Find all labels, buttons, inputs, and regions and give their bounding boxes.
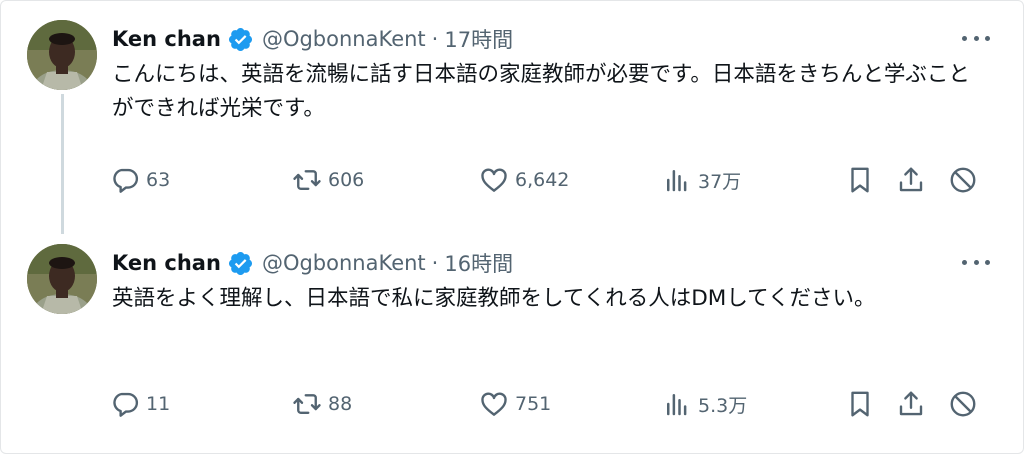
more-icon[interactable] [962,28,990,48]
author-handle[interactable]: @OgbonnaKent [262,251,426,275]
views-button[interactable]: 37万 [662,162,741,198]
separator-dot: · [431,251,439,275]
retweet-icon [292,165,322,195]
like-count: 751 [515,393,552,415]
views-icon [662,165,692,195]
share-icon [896,389,926,419]
share-icon [896,165,926,195]
tweet-actions: 63 606 6,642 37万 [0,162,1024,198]
reply-count: 11 [146,393,171,415]
separator-dot: · [431,27,439,51]
heart-icon [479,165,509,195]
avatar[interactable] [27,244,97,314]
tweet-timestamp[interactable]: 17時間 [444,24,513,54]
tweet-timestamp[interactable]: 16時間 [444,248,513,278]
like-button[interactable]: 6,642 [479,162,569,198]
tweet-text: こんにちは、英語を流暢に話す日本語の家庭教師が必要です。日本語をきちんと学ぶこと… [112,62,970,121]
share-button[interactable] [896,386,926,422]
like-count: 6,642 [515,169,570,191]
reply-icon [110,165,140,195]
tweet[interactable]: Ken chan @OgbonnaKent · 17時間 こんにちは、英語を流暢… [0,18,1024,224]
reply-icon [110,389,140,419]
views-button[interactable]: 5.3万 [662,386,747,422]
author-name[interactable]: Ken chan [112,251,221,275]
retweet-button[interactable]: 88 [292,386,352,422]
share-button[interactable] [896,162,926,198]
reply-count: 63 [146,169,171,191]
reply-button[interactable]: 63 [110,162,170,198]
bookmark-icon [845,389,875,419]
retweet-icon [292,389,322,419]
heart-icon [479,389,509,419]
author-handle[interactable]: @OgbonnaKent [262,27,426,51]
bookmark-icon [845,165,875,195]
views-count: 37万 [698,170,742,193]
tweet-header: Ken chan @OgbonnaKent · 16時間 [112,248,513,278]
verified-badge-icon[interactable] [227,26,254,53]
avatar[interactable] [27,20,97,90]
bookmark-button[interactable] [845,162,875,198]
block-button[interactable] [948,162,978,198]
views-icon [662,389,692,419]
block-button[interactable] [948,386,978,422]
retweet-button[interactable]: 606 [292,162,364,198]
tweet[interactable]: Ken chan @OgbonnaKent · 16時間 英語をよく理解し、日本… [0,242,1024,442]
bookmark-button[interactable] [845,386,875,422]
tweet-text: 英語をよく理解し、日本語で私に家庭教師をしてくれる人はDMしてください。 [112,286,876,311]
tweet-header: Ken chan @OgbonnaKent · 17時間 [112,24,513,54]
block-icon [948,389,978,419]
like-button[interactable]: 751 [479,386,551,422]
retweet-count: 606 [328,169,365,191]
reply-button[interactable]: 11 [110,386,170,422]
retweet-count: 88 [328,393,353,415]
tweet-actions: 11 88 751 5.3万 [0,386,1024,422]
more-icon[interactable] [962,252,990,272]
views-count: 5.3万 [698,394,748,417]
verified-badge-icon[interactable] [227,250,254,277]
author-name[interactable]: Ken chan [112,27,221,51]
block-icon [948,165,978,195]
